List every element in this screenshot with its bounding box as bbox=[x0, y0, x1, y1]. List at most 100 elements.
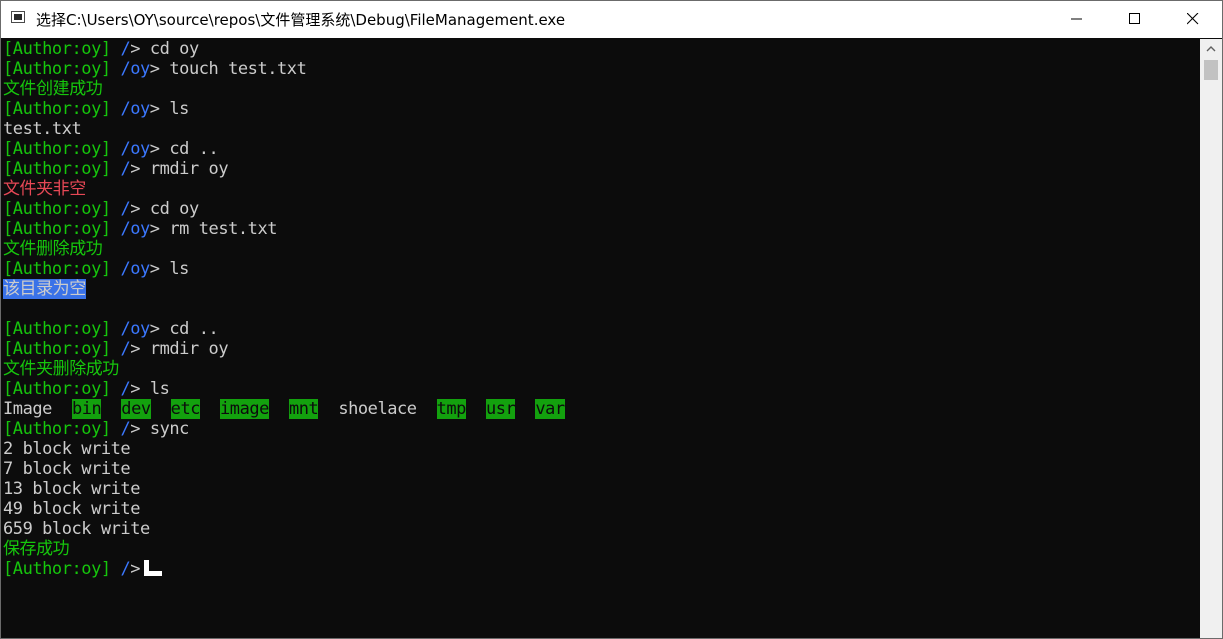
prompt-line: [Author:oy] /> rmdir oy bbox=[3, 159, 1199, 179]
command-text: rmdir oy bbox=[149, 339, 229, 359]
prompt-user: [Author:oy] bbox=[3, 559, 111, 579]
minimize-button[interactable] bbox=[1048, 1, 1106, 38]
directory-entry: dev bbox=[121, 399, 151, 419]
console-line: 2 block write bbox=[3, 439, 1199, 459]
prompt-path: / bbox=[120, 379, 131, 399]
prompt-user: [Author:oy] bbox=[3, 199, 111, 219]
command-text: touch test.txt bbox=[169, 59, 307, 79]
console-line: 659 block write bbox=[3, 519, 1199, 539]
console-line: 文件夹非空 bbox=[3, 179, 1199, 199]
prompt-path: / bbox=[120, 559, 131, 579]
vertical-scrollbar[interactable] bbox=[1200, 39, 1222, 638]
prompt-line: [Author:oy] /> cd oy bbox=[3, 39, 1199, 59]
prompt-user: [Author:oy] bbox=[3, 59, 111, 79]
prompt-path: /oy bbox=[120, 59, 150, 79]
command-text: cd oy bbox=[149, 39, 199, 59]
command-text: cd .. bbox=[169, 319, 219, 339]
directory-entry: var bbox=[535, 399, 565, 419]
prompt-symbol: > bbox=[149, 219, 160, 239]
close-button[interactable] bbox=[1164, 1, 1222, 38]
prompt-path: /oy bbox=[120, 99, 150, 119]
file-entry: Image bbox=[3, 399, 52, 419]
prompt-user: [Author:oy] bbox=[3, 219, 111, 239]
console-line: test.txt bbox=[3, 119, 1199, 139]
prompt-symbol: > bbox=[130, 199, 141, 219]
output-text: 13 block write bbox=[3, 479, 140, 499]
output-text: 49 block write bbox=[3, 499, 140, 519]
prompt-path: /oy bbox=[120, 319, 150, 339]
prompt-user: [Author:oy] bbox=[3, 379, 111, 399]
console-app-icon[interactable] bbox=[11, 11, 25, 23]
prompt-user: [Author:oy] bbox=[3, 139, 111, 159]
prompt-user: [Author:oy] bbox=[3, 159, 111, 179]
prompt-line: [Author:oy] /oy> ls bbox=[3, 99, 1199, 119]
output-text: 7 block write bbox=[3, 459, 131, 479]
output-text: 文件夹删除成功 bbox=[3, 359, 119, 379]
selected-output-text: 该目录为空 bbox=[3, 279, 86, 299]
prompt-symbol: > bbox=[149, 319, 160, 339]
prompt-path: / bbox=[120, 199, 131, 219]
prompt-symbol: > bbox=[130, 419, 141, 439]
prompt-line: [Author:oy] /> ls bbox=[3, 379, 1199, 399]
maximize-icon bbox=[1129, 13, 1140, 24]
prompt-path: / bbox=[120, 339, 131, 359]
prompt-user: [Author:oy] bbox=[3, 319, 111, 339]
prompt-path: / bbox=[120, 39, 131, 59]
current-prompt-line: [Author:oy] /> bbox=[3, 559, 1199, 579]
scroll-thumb[interactable] bbox=[1204, 60, 1218, 80]
prompt-line: [Author:oy] /oy> cd .. bbox=[3, 319, 1199, 339]
text-cursor bbox=[144, 560, 163, 576]
directory-entry: bin bbox=[71, 399, 102, 419]
prompt-line: [Author:oy] /> sync bbox=[3, 419, 1199, 439]
prompt-symbol: > bbox=[130, 339, 141, 359]
console-line: 文件创建成功 bbox=[3, 79, 1199, 99]
output-text: 文件创建成功 bbox=[3, 79, 103, 99]
console-line: 13 block write bbox=[3, 479, 1199, 499]
command-text: rmdir oy bbox=[149, 159, 229, 179]
prompt-user: [Author:oy] bbox=[3, 39, 111, 59]
output-text: 659 block write bbox=[3, 519, 150, 539]
prompt-symbol: > bbox=[149, 59, 160, 79]
console-line: 该目录为空 bbox=[3, 279, 1199, 299]
scroll-up-button[interactable] bbox=[1200, 39, 1222, 59]
console-line: 49 block write bbox=[3, 499, 1199, 519]
prompt-symbol: > bbox=[130, 379, 141, 399]
prompt-user: [Author:oy] bbox=[3, 419, 111, 439]
command-text: sync bbox=[149, 419, 190, 439]
close-icon bbox=[1187, 13, 1199, 25]
console-window: 选择C:\Users\OY\source\repos\文件管理系统\Debug\… bbox=[0, 0, 1223, 639]
command-text: cd oy bbox=[149, 199, 199, 219]
console-line: 保存成功 bbox=[3, 539, 1199, 559]
command-text: ls bbox=[149, 379, 170, 399]
console-line: 文件夹删除成功 bbox=[3, 359, 1199, 379]
ls-listing: Image bin dev etc image mnt shoelace tmp usr var bbox=[3, 399, 1199, 419]
window-title: 选择C:\Users\OY\source\repos\文件管理系统\Debug\… bbox=[36, 11, 566, 29]
prompt-symbol: > bbox=[149, 259, 160, 279]
minimize-icon bbox=[1071, 18, 1082, 20]
prompt-line: [Author:oy] /oy> touch test.txt bbox=[3, 59, 1199, 79]
prompt-line: [Author:oy] /oy> ls bbox=[3, 259, 1199, 279]
output-text: 文件夹非空 bbox=[3, 179, 86, 199]
output-text: test.txt bbox=[3, 119, 82, 139]
prompt-line: [Author:oy] /> cd oy bbox=[3, 199, 1199, 219]
prompt-symbol: > bbox=[149, 99, 160, 119]
console-line: 7 block write bbox=[3, 459, 1199, 479]
maximize-button[interactable] bbox=[1106, 1, 1164, 38]
prompt-symbol: > bbox=[130, 159, 141, 179]
prompt-user: [Author:oy] bbox=[3, 339, 111, 359]
prompt-symbol: > bbox=[130, 559, 141, 579]
command-text: cd .. bbox=[169, 139, 219, 159]
title-bar[interactable]: 选择C:\Users\OY\source\repos\文件管理系统\Debug\… bbox=[1, 1, 1222, 38]
directory-entry: tmp bbox=[436, 399, 466, 419]
scroll-up-arrow-icon bbox=[1206, 46, 1216, 52]
command-text: rm test.txt bbox=[169, 219, 278, 239]
prompt-symbol: > bbox=[130, 39, 141, 59]
prompt-path: / bbox=[120, 419, 131, 439]
console-output[interactable]: [Author:oy] /> cd oy [Author:oy] /oy> tou… bbox=[3, 39, 1199, 638]
output-text: 保存成功 bbox=[3, 539, 70, 559]
prompt-user: [Author:oy] bbox=[3, 99, 111, 119]
file-entry: shoelace bbox=[338, 399, 417, 419]
prompt-line: [Author:oy] /oy> cd .. bbox=[3, 139, 1199, 159]
prompt-line: [Author:oy] /oy> rm test.txt bbox=[3, 219, 1199, 239]
